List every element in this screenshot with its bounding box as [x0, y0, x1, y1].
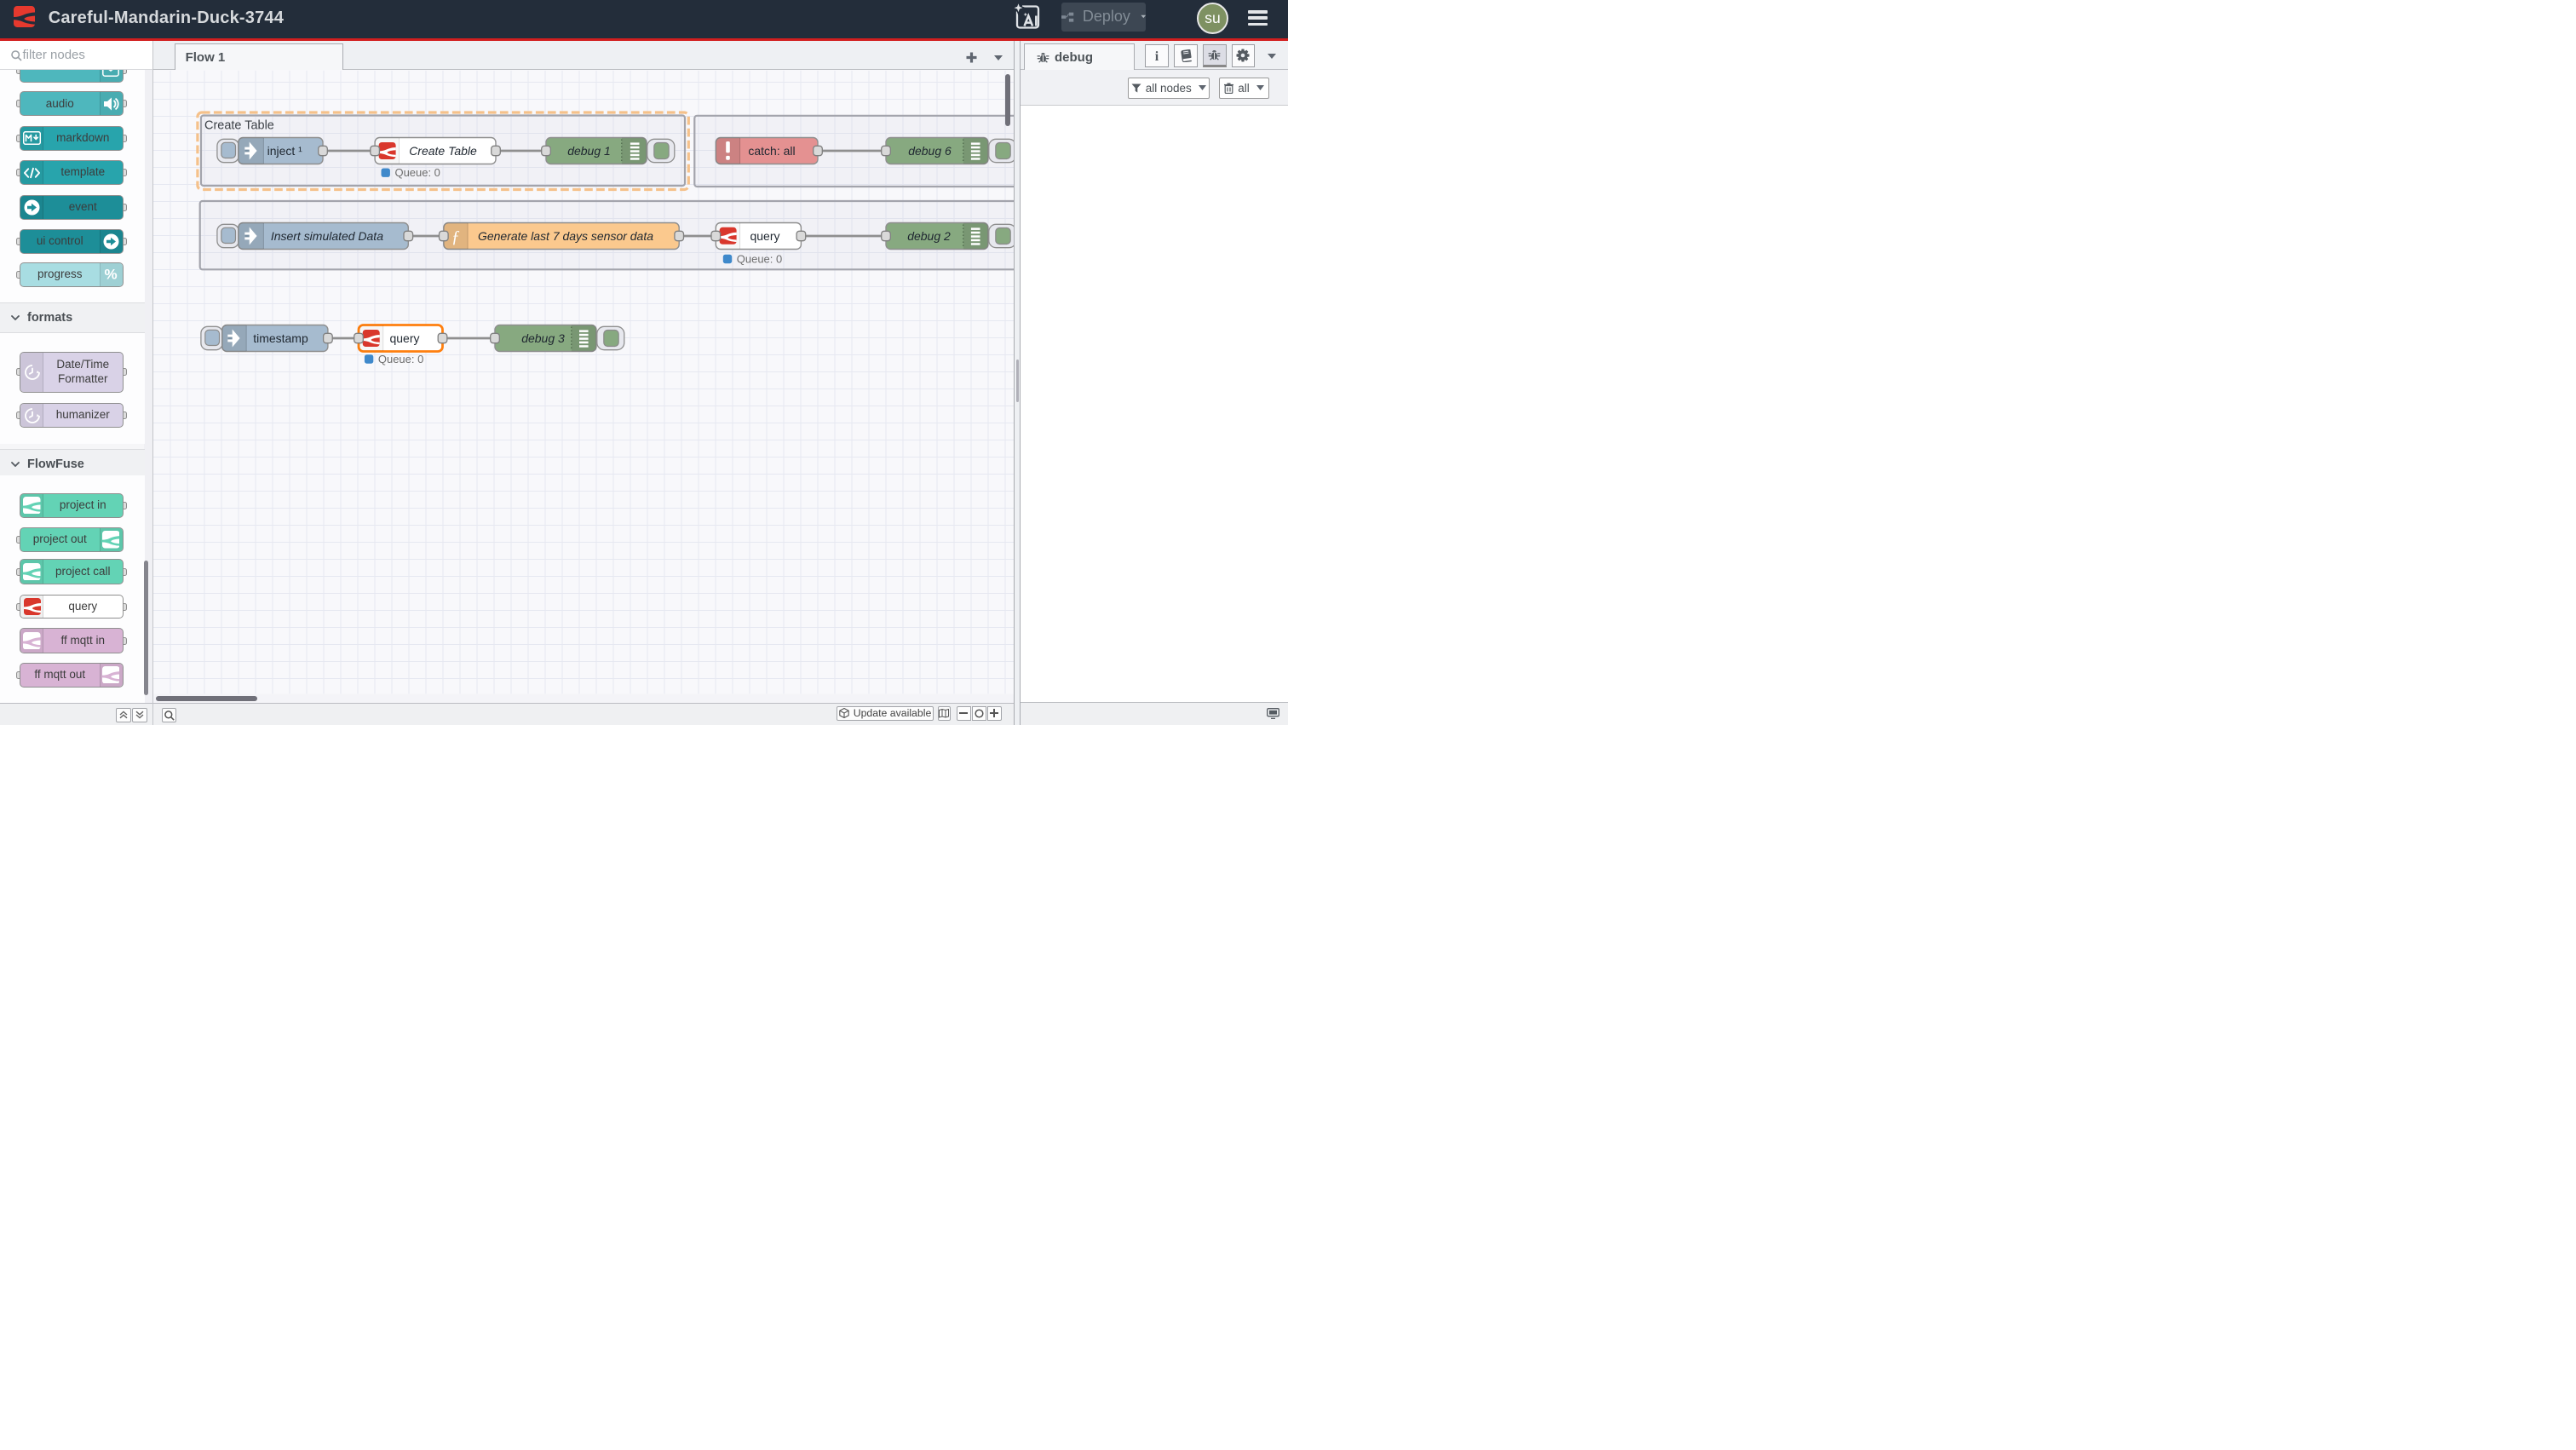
svg-text:ƒ: ƒ [451, 227, 460, 245]
svg-text:Generate last 7 days sensor da: Generate last 7 days sensor data [478, 228, 653, 242]
svg-text:Create Table: Create Table [409, 143, 477, 157]
svg-text:Insert simulated Data: Insert simulated Data [271, 228, 383, 242]
svg-text:catch: all: catch: all [748, 143, 795, 157]
svg-text:Create Table: Create Table [204, 118, 274, 132]
svg-text:debug 1: debug 1 [567, 143, 611, 157]
svg-text:Queue: 0: Queue: 0 [395, 166, 440, 179]
svg-text:inject ¹: inject ¹ [267, 143, 303, 157]
svg-text:Queue: 0: Queue: 0 [378, 352, 423, 365]
svg-text:Queue: 0: Queue: 0 [737, 252, 782, 265]
svg-text:timestamp: timestamp [253, 331, 308, 344]
svg-text:debug 6: debug 6 [908, 143, 952, 157]
svg-text:debug 2: debug 2 [907, 228, 951, 242]
svg-text:i: i [1155, 49, 1159, 62]
svg-text:query: query [390, 331, 420, 344]
svg-text:query: query [750, 228, 780, 242]
svg-text:debug 3: debug 3 [521, 331, 565, 344]
